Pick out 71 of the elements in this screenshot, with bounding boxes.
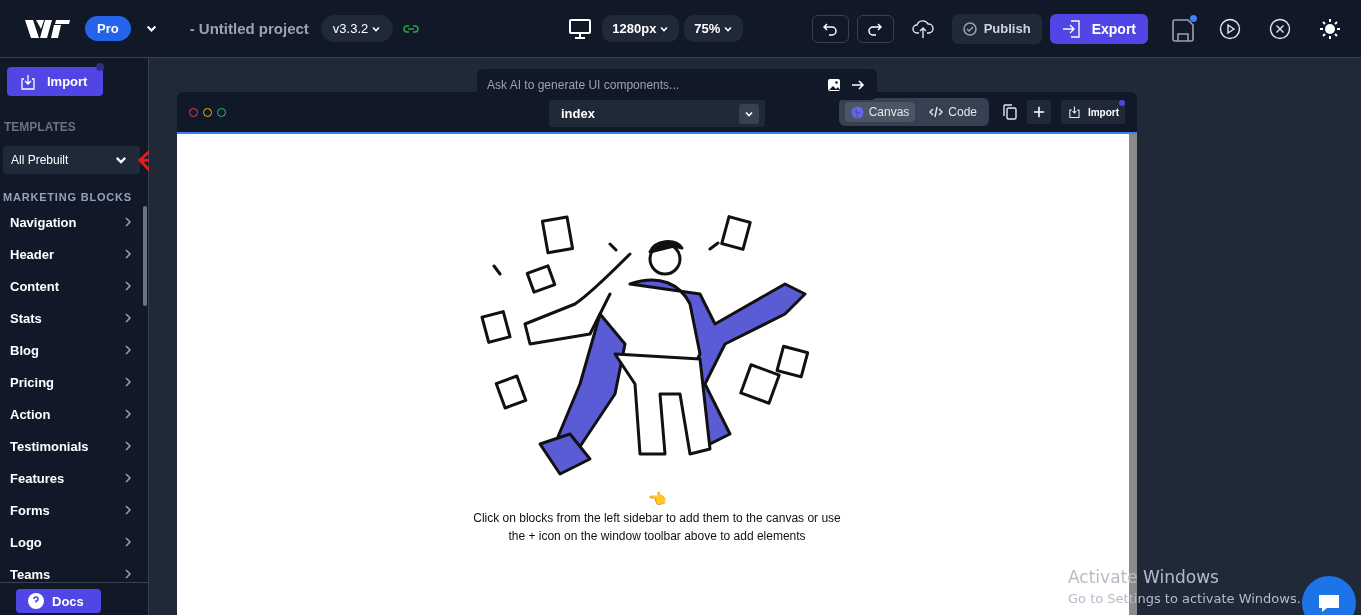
arrow-right-icon[interactable] [851, 78, 865, 91]
sun-icon[interactable] [1319, 17, 1341, 40]
sidebar-item[interactable]: Blog [0, 334, 138, 366]
width-dropdown[interactable]: 1280px [602, 15, 680, 42]
sidebar-item[interactable]: Forms [0, 494, 138, 526]
sidebar-item[interactable]: Navigation [0, 206, 138, 238]
prompt-input[interactable]: Ask AI to generate UI components... [485, 76, 817, 93]
download-icon [1068, 105, 1081, 119]
export-button[interactable]: Export [1049, 13, 1148, 44]
chevron-right-icon [124, 568, 132, 580]
chevron-right-icon [124, 536, 132, 548]
play-icon[interactable] [1219, 17, 1241, 40]
save-icon[interactable] [1172, 15, 1197, 42]
section-heading: TEMPLATES [4, 120, 77, 134]
view-tab[interactable]: Code [923, 102, 983, 122]
page-dropdown[interactable]: index [549, 100, 765, 127]
notification-dot [96, 63, 104, 71]
chevron-right-icon [124, 376, 132, 388]
import-button[interactable]: Import [1061, 100, 1125, 124]
chat-icon [1317, 593, 1341, 613]
export-icon [1061, 19, 1082, 38]
import-button[interactable]: Import [7, 67, 103, 96]
code-icon [929, 106, 944, 118]
redo-icon [868, 21, 883, 36]
scrollbar[interactable] [143, 206, 147, 306]
chevron-right-icon [124, 408, 132, 420]
template-dropdown[interactable]: All Prebuilt [3, 146, 140, 174]
sidebar-item[interactable]: Teams [0, 558, 138, 582]
section-heading: MARKETING BLOCKS [3, 191, 133, 203]
redo-button[interactable] [856, 14, 894, 43]
cloud-upload-icon[interactable] [911, 18, 934, 39]
plan-badge: Pro [85, 16, 131, 41]
sidebar-item[interactable]: Logo [0, 526, 138, 558]
check-circle-icon [962, 21, 977, 36]
pointing-hand-emoji: 👈 [647, 490, 667, 508]
chevron-right-icon [124, 472, 132, 484]
chevron-right-icon [124, 312, 132, 324]
chevron-right-icon [124, 280, 132, 292]
zoom-dropdown[interactable]: 75% [684, 15, 744, 42]
chat-button[interactable] [1302, 576, 1356, 615]
sidebar-item[interactable]: Header [0, 238, 138, 270]
chevron-right-icon [124, 248, 132, 260]
docs-button[interactable]: Docs [16, 589, 101, 613]
view-tab[interactable]: Canvas [844, 102, 916, 122]
version-dropdown[interactable]: v3.3.2 [320, 15, 394, 42]
copy-icon[interactable] [1003, 104, 1017, 120]
chevron-right-icon [124, 344, 132, 356]
image-icon[interactable] [827, 77, 841, 92]
chevron-right-icon [124, 504, 132, 516]
sidebar-item[interactable]: Features [0, 462, 138, 494]
notification-dot [1119, 100, 1125, 106]
link-icon[interactable] [403, 23, 420, 34]
help-icon [28, 593, 44, 609]
undo-button[interactable] [811, 14, 849, 43]
chevron-right-icon [124, 216, 132, 228]
sidebar-item[interactable]: Content [0, 270, 138, 302]
publish-button[interactable]: Publish [951, 13, 1042, 44]
ai-prompt-field[interactable]: Ask AI to generate UI components... [477, 69, 877, 100]
close-icon[interactable] [1269, 17, 1291, 40]
download-icon [19, 72, 37, 91]
canvas-hint: Click on blocks from the left sidebar to add them to the canvas or use the + icon on the window toolbar above to add elements [472, 510, 842, 545]
add-button[interactable] [1027, 100, 1051, 124]
undo-icon [823, 21, 838, 36]
chevron-right-icon [124, 440, 132, 452]
sidebar-item[interactable]: Action [0, 398, 138, 430]
sidebar-item[interactable]: Pricing [0, 366, 138, 398]
sidebar-item[interactable]: Testimonials [0, 430, 138, 462]
monitor-icon[interactable] [569, 18, 592, 39]
project-title: - Untitled project [189, 20, 309, 37]
plus-icon [1033, 105, 1045, 119]
sidebar-item[interactable]: Stats [0, 302, 138, 334]
